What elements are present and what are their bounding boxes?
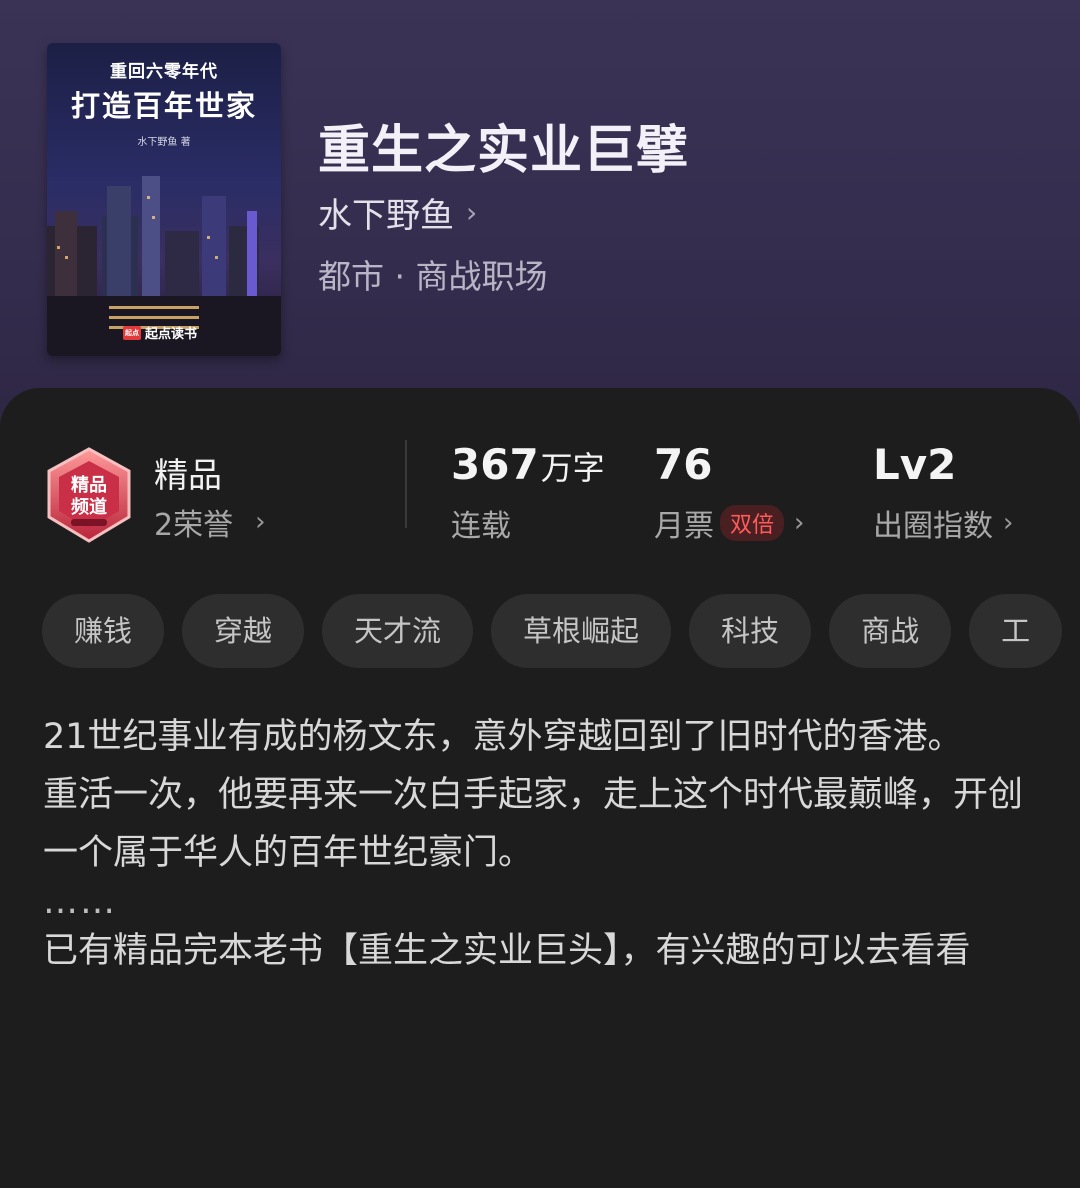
description-paragraph: 21世纪事业有成的杨文东，意外穿越回到了旧时代的香港。 <box>43 717 963 757</box>
cover-brand: 起点 起点读书 <box>123 323 197 342</box>
influence-level: Lv2 <box>873 440 957 489</box>
tag-chip[interactable]: 天才流 <box>322 594 474 668</box>
word-count-unit: 万字 <box>540 449 605 487</box>
monthly-ticket-label: 月票 <box>654 509 714 544</box>
brand-logo-icon: 起点 <box>123 325 141 340</box>
word-count-value: 367 <box>451 440 539 489</box>
description-paragraph: 已有精品完本老书【重生之实业巨头】，有兴趣的可以去看看 <box>43 931 971 971</box>
chevron-right-icon: › <box>466 196 478 229</box>
cover-brand-text: 起点读书 <box>145 327 198 342</box>
stats-divider <box>405 440 407 528</box>
author-name: 水下野鱼 <box>318 196 454 236</box>
svg-text:精品: 精品 <box>71 474 107 496</box>
influence-stat[interactable]: Lv2 出圈指数 › <box>873 440 1013 545</box>
tag-chip[interactable]: 赚钱 <box>42 594 165 668</box>
chevron-right-icon: › <box>1003 508 1014 538</box>
tag-chip[interactable]: 科技 <box>689 594 812 668</box>
tag-chip[interactable]: 穿越 <box>182 594 305 668</box>
tag-list: 赚钱 穿越 天才流 草根崛起 科技 商战工 <box>42 594 1080 668</box>
book-description[interactable]: 21世纪事业有成的杨文东，意外穿越回到了旧时代的香港。 重活一次，他要再来一次白… <box>43 708 1043 980</box>
honors-link[interactable]: 2荣誉 › <box>154 500 266 544</box>
quality-title: 精品 <box>154 456 222 496</box>
serial-status: 连载 <box>451 509 511 544</box>
tag-chip[interactable]: 工 <box>969 594 1063 668</box>
book-title: 重生之实业巨擘 <box>318 120 690 181</box>
word-count-stat: 367 万字 连载 <box>451 440 605 545</box>
double-badge: 双倍 <box>720 505 785 541</box>
cover-title-text: 打造百年世家 <box>70 89 257 123</box>
influence-label: 出圈指数 <box>873 509 993 544</box>
svg-text:频道: 频道 <box>71 496 107 518</box>
quality-badge-icon: 精品 频道 <box>47 447 131 543</box>
author-link[interactable]: 水下野鱼 › <box>318 188 477 237</box>
chevron-right-icon: › <box>255 507 266 537</box>
cover-author-text: 水下野鱼 著 <box>137 137 191 148</box>
chevron-right-icon: › <box>794 508 805 538</box>
honors-count: 2荣誉 <box>154 508 234 543</box>
monthly-ticket-value: 76 <box>654 440 713 489</box>
book-cover[interactable]: 重回六零年代 打造百年世家 水下野鱼 著 起点 起点读书 <box>47 43 281 356</box>
description-ellipsis: …… <box>43 882 117 922</box>
tag-chip[interactable]: 商战 <box>829 594 952 668</box>
tag-chip[interactable]: 草根崛起 <box>491 594 672 668</box>
cover-series-text: 重回六零年代 <box>110 62 218 82</box>
monthly-ticket-stat[interactable]: 76 月票 双倍 › <box>654 440 804 545</box>
book-genre: 都市 · 商战职场 <box>318 257 548 296</box>
description-paragraph: 重活一次，他要再来一次白手起家，走上这个时代最巅峰，开创一个属于华人的百年世纪豪… <box>43 775 1024 873</box>
